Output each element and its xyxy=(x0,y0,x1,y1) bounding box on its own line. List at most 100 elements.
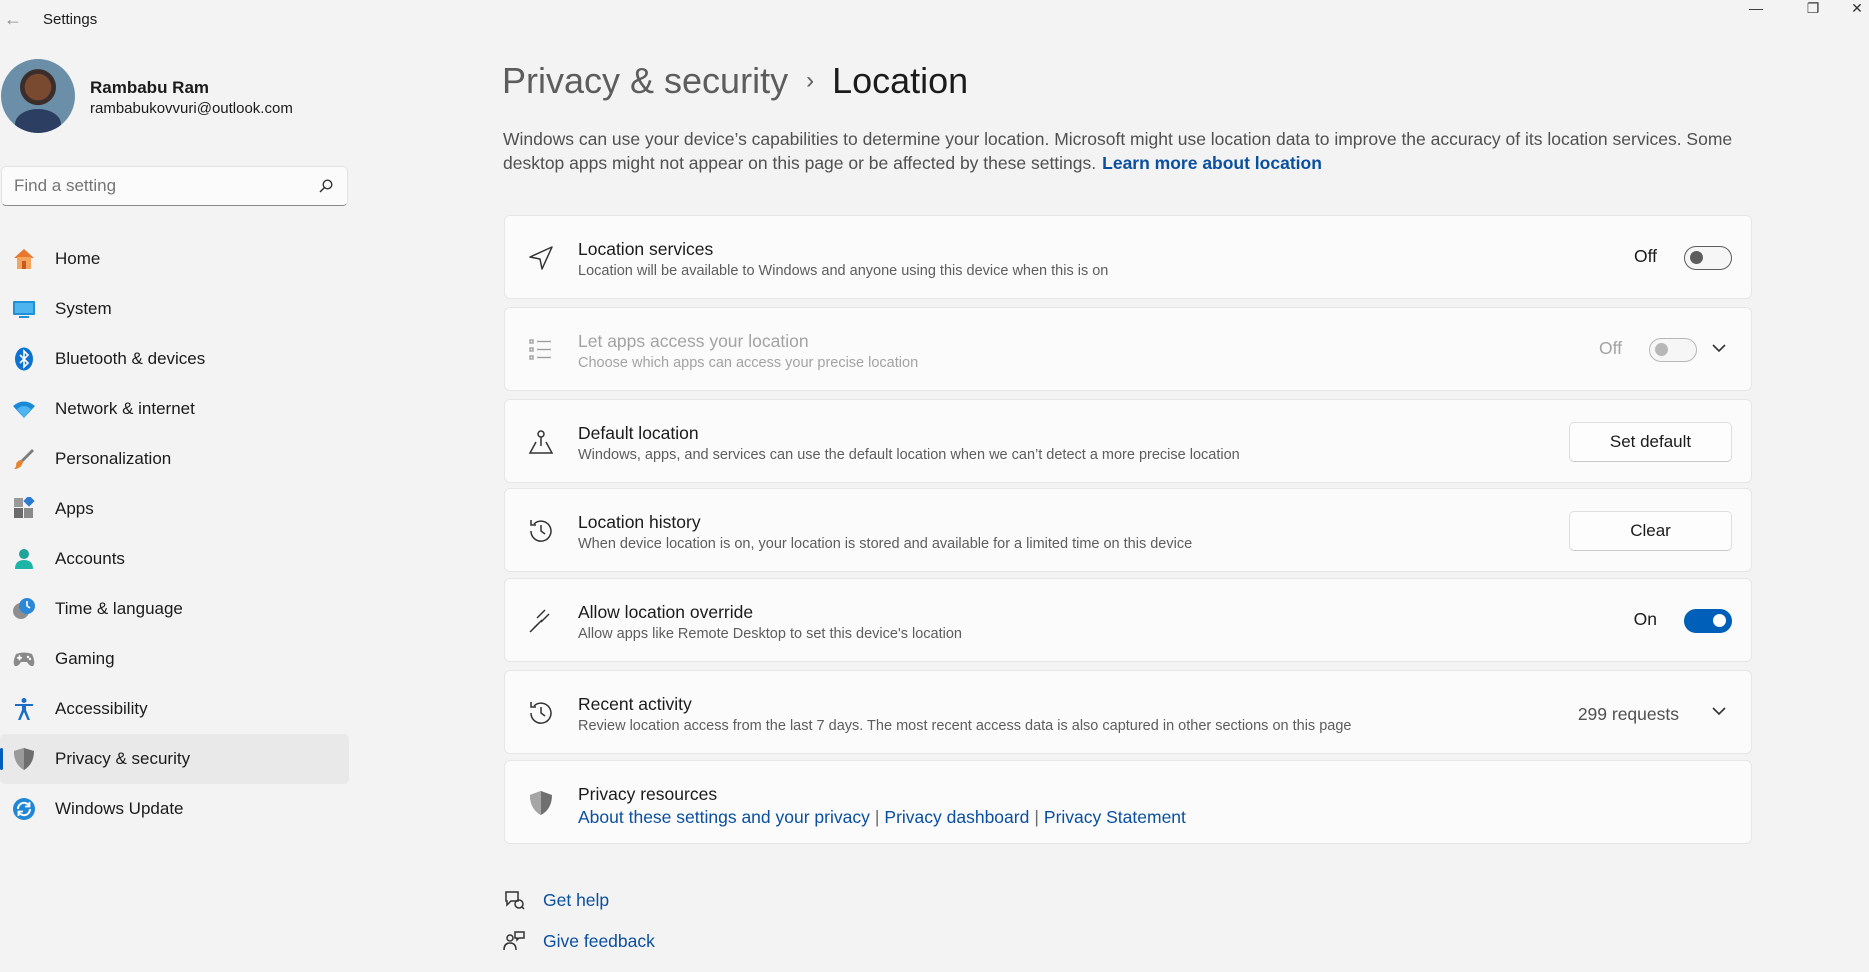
sidebar-item-windows-update[interactable]: Windows Update xyxy=(0,784,349,834)
breadcrumb-separator-icon: › xyxy=(806,67,815,94)
shield-icon xyxy=(14,748,34,770)
set-default-button[interactable]: Set default xyxy=(1569,422,1732,462)
apps-access-card: Let apps access your location Choose whi… xyxy=(504,307,1752,391)
toggle-state-label: On xyxy=(1633,609,1657,629)
remote-desktop-icon xyxy=(529,609,550,633)
sidebar-nav: Home System Bluetooth & devices Network … xyxy=(0,234,350,834)
card-subtitle: Choose which apps can access your precis… xyxy=(578,355,919,371)
map-pin-person-icon xyxy=(528,430,554,454)
privacy-statement-link[interactable]: Privacy Statement xyxy=(1044,807,1186,827)
back-button[interactable]: ← xyxy=(0,6,26,32)
get-help-label: Get help xyxy=(543,890,610,910)
card-title: Privacy resources xyxy=(578,784,718,804)
card-subtitle: When device location is on, your locatio… xyxy=(578,536,1193,552)
card-subtitle: Location will be available to Windows an… xyxy=(578,263,1109,279)
sidebar-item-label: Time & language xyxy=(55,599,183,618)
breadcrumb: Privacy & security › Location xyxy=(502,60,968,102)
system-icon xyxy=(13,301,35,318)
privacy-dashboard-link[interactable]: Privacy dashboard xyxy=(884,807,1029,827)
default-location-card: Default location Windows, apps, and serv… xyxy=(504,399,1752,483)
sidebar-item-bluetooth[interactable]: Bluetooth & devices xyxy=(0,334,349,384)
sidebar-item-system[interactable]: System xyxy=(0,284,349,334)
sidebar-item-apps[interactable]: Apps xyxy=(0,484,349,534)
bluetooth-icon xyxy=(15,347,33,371)
apps-icon xyxy=(14,497,35,518)
request-count: 299 requests xyxy=(1577,704,1679,724)
card-subtitle: Windows, apps, and services can use the … xyxy=(578,447,1240,463)
sidebar-item-privacy-security[interactable]: Privacy & security xyxy=(0,734,349,784)
help-chat-icon xyxy=(505,891,525,910)
restore-button[interactable]: ❐ xyxy=(1793,0,1833,18)
card-title: Recent activity xyxy=(578,694,692,714)
sidebar-item-label: Privacy & security xyxy=(55,749,191,768)
sidebar-item-label: System xyxy=(55,299,112,318)
sidebar-item-label: Home xyxy=(55,249,101,268)
accounts-icon xyxy=(15,549,33,569)
title-bar: ← Settings — ❐ ✕ xyxy=(0,0,1869,40)
sidebar-item-label: Network & internet xyxy=(55,399,195,418)
chevron-down-icon[interactable] xyxy=(1711,340,1727,356)
learn-more-link[interactable]: Learn more about location xyxy=(1102,153,1322,173)
sidebar-item-accounts[interactable]: Accounts xyxy=(0,534,349,584)
user-email: rambabukovvuri@outlook.com xyxy=(90,100,293,117)
about-settings-link[interactable]: About these settings and your privacy xyxy=(578,807,870,827)
link-separator: | xyxy=(874,807,880,827)
sidebar-item-gaming[interactable]: Gaming xyxy=(0,634,349,684)
sidebar-item-home[interactable]: Home xyxy=(0,234,349,284)
page-description: Windows can use your device’s capabiliti… xyxy=(503,127,1748,175)
sidebar-item-label: Accessibility xyxy=(55,699,148,718)
location-services-card: Location services Location will be avail… xyxy=(504,215,1752,299)
sidebar-item-label: Personalization xyxy=(55,449,172,468)
location-history-card: Location history When device location is… xyxy=(504,488,1752,572)
avatar xyxy=(1,59,75,133)
close-button[interactable]: ✕ xyxy=(1845,0,1869,18)
home-icon xyxy=(14,249,34,269)
shield-icon xyxy=(530,791,552,815)
feedback-icon xyxy=(503,931,525,951)
sidebar-item-time-language[interactable]: Time & language xyxy=(0,584,349,634)
card-title: Let apps access your location xyxy=(578,331,809,351)
card-subtitle: Review location access from the last 7 d… xyxy=(578,718,1352,734)
search-box[interactable] xyxy=(1,166,348,206)
clock-globe-icon xyxy=(13,598,35,619)
accessibility-icon xyxy=(15,698,33,720)
chevron-down-icon[interactable] xyxy=(1711,703,1727,719)
card-title: Location services xyxy=(578,239,714,259)
history-icon xyxy=(530,520,552,542)
wifi-icon xyxy=(13,401,35,418)
sidebar-item-label: Windows Update xyxy=(55,799,184,818)
toggle-state-label: Off xyxy=(1598,338,1622,358)
gamepad-icon xyxy=(13,652,35,667)
location-override-toggle[interactable] xyxy=(1684,609,1732,633)
toggle-state-label: Off xyxy=(1633,246,1657,266)
history-icon xyxy=(530,702,552,724)
user-name: Rambabu Ram xyxy=(90,78,210,97)
sidebar-item-label: Accounts xyxy=(55,549,125,568)
navigation-arrow-icon xyxy=(529,246,553,270)
update-icon xyxy=(13,798,35,820)
sidebar-item-network[interactable]: Network & internet xyxy=(0,384,349,434)
search-icon[interactable] xyxy=(319,179,333,193)
list-icon xyxy=(529,339,551,360)
clear-history-button[interactable]: Clear xyxy=(1569,511,1732,551)
sidebar-item-accessibility[interactable]: Accessibility xyxy=(0,684,349,734)
sidebar-item-label: Gaming xyxy=(55,649,115,668)
apps-access-toggle[interactable] xyxy=(1649,338,1697,362)
recent-activity-card[interactable]: Recent activity Review location access f… xyxy=(504,670,1752,754)
minimize-button[interactable]: — xyxy=(1736,0,1776,18)
location-services-toggle[interactable] xyxy=(1684,246,1732,270)
give-feedback-label: Give feedback xyxy=(543,931,655,951)
sidebar-item-label: Bluetooth & devices xyxy=(55,349,206,368)
breadcrumb-parent[interactable]: Privacy & security xyxy=(502,60,788,101)
location-override-card: Allow location override Allow apps like … xyxy=(504,578,1752,662)
brush-icon xyxy=(14,449,34,469)
privacy-resources-card: Privacy resources About these settings a… xyxy=(504,760,1752,844)
sidebar-item-personalization[interactable]: Personalization xyxy=(0,434,349,484)
link-separator: | xyxy=(1034,807,1039,827)
user-profile[interactable]: Rambabu Ram rambabukovvuri@outlook.com xyxy=(0,58,350,136)
card-title: Location history xyxy=(578,512,701,532)
card-subtitle: Allow apps like Remote Desktop to set th… xyxy=(578,626,962,642)
search-input[interactable] xyxy=(14,176,304,196)
app-title: Settings xyxy=(43,11,98,28)
card-title: Default location xyxy=(578,423,699,443)
